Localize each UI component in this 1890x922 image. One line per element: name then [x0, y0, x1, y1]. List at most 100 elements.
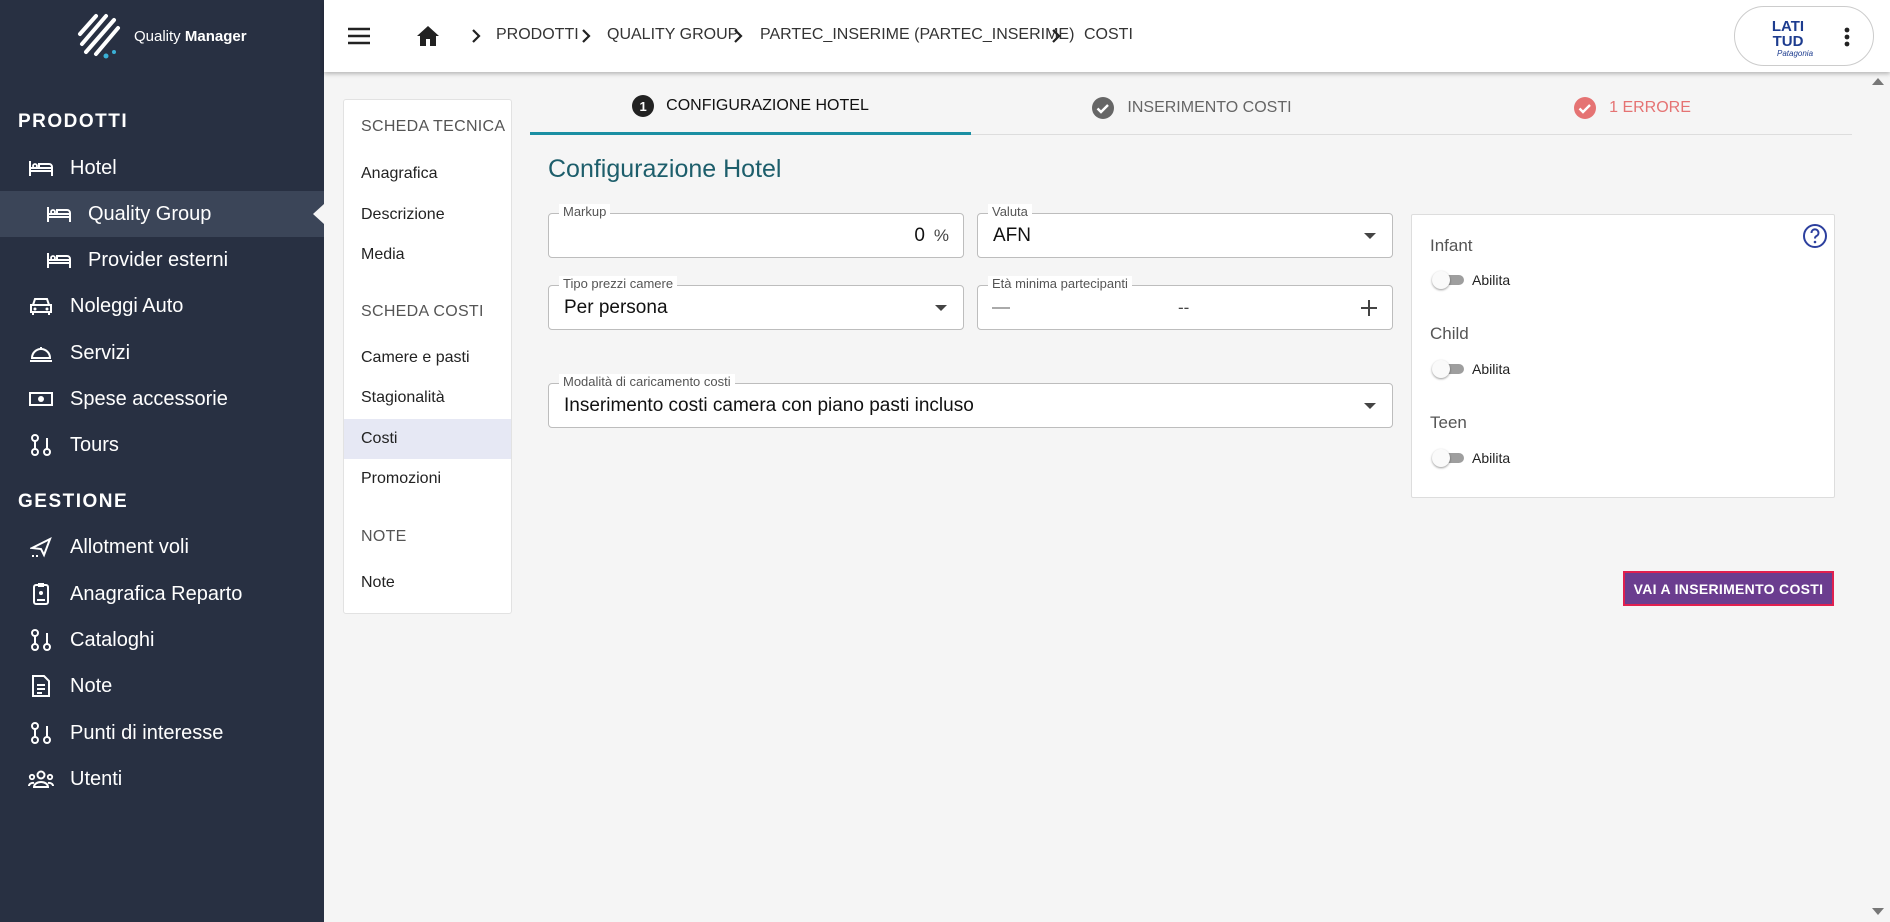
step-inserimento-costi[interactable]: INSERIMENTO COSTI [971, 80, 1412, 135]
step-number-badge: 1 [632, 95, 655, 117]
child-toggle[interactable] [1432, 360, 1466, 378]
bed-icon [46, 248, 72, 272]
menu-item-note[interactable]: Note [344, 563, 511, 603]
step-errore[interactable]: 1 ERRORE [1412, 80, 1852, 135]
menu-item-costi[interactable]: Costi [344, 419, 511, 459]
sidebar-item-label: Utenti [70, 767, 123, 790]
step-label: CONFIGURAZIONE HOTEL [666, 97, 869, 114]
age-categories-panel: Infant Abilita Child Abilita Teen Abilit… [1411, 214, 1835, 498]
sidebar-item-label: Note [70, 674, 113, 697]
check-circle-icon [1574, 96, 1597, 119]
room-price-type-value: Per persona [564, 297, 668, 318]
toggle-label: Abilita [1472, 361, 1511, 377]
menu-item-stagionalita[interactable]: Stagionalità [344, 378, 511, 418]
sidebar-item-quality-group[interactable]: Quality Group [0, 191, 324, 237]
sidebar-item-label: Punti di interesse [70, 721, 224, 744]
menu-item-descrizione[interactable]: Descrizione [344, 195, 511, 235]
field-label: Modalità di caricamento costi [559, 374, 735, 389]
bed-icon [28, 156, 54, 180]
money-icon [28, 387, 54, 411]
home-icon[interactable] [414, 22, 442, 50]
sidebar-item-utenti[interactable]: Utenti [0, 756, 324, 802]
menu-section-note: NOTE [361, 528, 407, 545]
bed-icon [46, 202, 72, 226]
user-menu[interactable]: LATI TUD Patagonia [1734, 6, 1874, 66]
stepper: 1 CONFIGURAZIONE HOTEL INSERIMENTO COSTI… [530, 80, 1852, 135]
top-bar: PRODOTTI QUALITY GROUP PARTEC_INSERIME (… [324, 0, 1890, 72]
dropdown-arrow-icon [1364, 233, 1376, 239]
cost-loading-mode-value: Inserimento costi camera con piano pasti… [564, 395, 974, 416]
menu-section-scheda-tecnica: SCHEDA TECNICA [361, 118, 506, 135]
min-age-stepper: Età minima partecipanti -- [977, 276, 1393, 330]
minus-icon[interactable] [992, 307, 1010, 310]
infant-toggle[interactable] [1432, 271, 1466, 289]
dropdown-arrow-icon [935, 305, 947, 311]
help-icon[interactable] [1802, 223, 1828, 249]
plus-icon[interactable] [1360, 299, 1378, 317]
sidebar-item-note[interactable]: Note [0, 663, 324, 709]
sidebar-item-spese-accessorie[interactable]: Spese accessorie [0, 376, 324, 422]
currency-select[interactable]: Valuta AFN [977, 204, 1393, 258]
field-label: Tipo prezzi camere [559, 276, 678, 291]
sidebar-item-hotel[interactable]: Hotel [0, 145, 324, 191]
currency-value: AFN [993, 225, 1031, 246]
step-configurazione-hotel[interactable]: 1 CONFIGURAZIONE HOTEL [530, 80, 971, 135]
go-to-cost-entry-button[interactable]: VAI A INSERIMENTO COSTI [1623, 571, 1834, 606]
quality-manager-logo [78, 14, 120, 59]
breadcrumb-quality-group[interactable]: QUALITY GROUP [607, 26, 738, 44]
toggle-label: Abilita [1472, 272, 1511, 288]
menu-item-anagrafica[interactable]: Anagrafica [344, 154, 511, 194]
sidebar-item-tours[interactable]: Tours [0, 422, 324, 468]
sidebar-item-anagrafica-reparto[interactable]: Anagrafica Reparto [0, 571, 324, 617]
sidebar-item-punti-di-interesse[interactable]: Punti di interesse [0, 710, 324, 756]
menu-icon[interactable] [346, 24, 372, 48]
route-icon [28, 721, 54, 745]
chevron-right-icon [734, 29, 743, 43]
badge-icon [28, 582, 54, 606]
chevron-right-icon [1052, 29, 1061, 43]
field-label: Età minima partecipanti [988, 276, 1132, 291]
menu-item-camere-e-pasti[interactable]: Camere e pasti [344, 338, 511, 378]
sidebar-item-label: Spese accessorie [70, 387, 228, 410]
app-name: Quality Manager [134, 28, 247, 45]
sidebar-item-noleggi-auto[interactable]: Noleggi Auto [0, 283, 324, 329]
note-icon [28, 674, 54, 698]
svg-text:TUD: TUD [1773, 33, 1804, 50]
sidebar-section-management: GESTIONE [18, 491, 129, 512]
room-price-type-select[interactable]: Tipo prezzi camere Per persona [548, 276, 964, 330]
percent-unit: % [933, 226, 949, 245]
route-icon [28, 628, 54, 652]
breadcrumb-product[interactable]: PARTEC_INSERIME (PARTEC_INSERIME) [760, 26, 1074, 44]
scroll-down-arrow[interactable] [1872, 908, 1884, 915]
users-icon [28, 767, 54, 791]
car-icon [28, 294, 54, 318]
menu-item-promozioni[interactable]: Promozioni [344, 459, 511, 499]
more-vert-icon[interactable] [1837, 25, 1857, 49]
room-service-icon [28, 341, 54, 365]
chevron-right-icon [472, 29, 481, 43]
latitud-patagonia-logo: LATI TUD Patagonia [1759, 15, 1817, 59]
sidebar-item-servizi[interactable]: Servizi [0, 330, 324, 376]
cost-loading-mode-select[interactable]: Modalità di caricamento costi Inseriment… [548, 374, 1393, 428]
product-side-menu: SCHEDA TECNICA Anagrafica Descrizione Me… [343, 99, 512, 614]
sidebar-item-cataloghi[interactable]: Cataloghi [0, 617, 324, 663]
sidebar-item-label: Tours [70, 433, 119, 456]
sidebar-item-label: Anagrafica Reparto [70, 582, 243, 605]
toggle-label: Abilita [1472, 450, 1511, 466]
step-label: 1 ERRORE [1609, 98, 1691, 116]
min-age-value: -- [1178, 298, 1190, 317]
flight-icon [28, 535, 54, 559]
sidebar-item-allotment-voli[interactable]: Allotment voli [0, 524, 324, 570]
sidebar-item-provider-esterni[interactable]: Provider esterni [0, 237, 324, 283]
sidebar-item-label: Hotel [70, 156, 117, 179]
scroll-up-arrow[interactable] [1872, 78, 1884, 85]
field-label: Markup [559, 204, 611, 219]
menu-item-media[interactable]: Media [344, 235, 511, 275]
breadcrumb-prodotti[interactable]: PRODOTTI [496, 26, 579, 44]
teen-toggle[interactable] [1432, 449, 1466, 467]
page-title: Configurazione Hotel [548, 155, 782, 183]
sidebar-item-label: Noleggi Auto [70, 294, 184, 317]
markup-field[interactable]: Markup 0 % [548, 204, 964, 258]
sidebar-item-label: Servizi [70, 341, 131, 364]
step-label: INSERIMENTO COSTI [1127, 98, 1292, 116]
